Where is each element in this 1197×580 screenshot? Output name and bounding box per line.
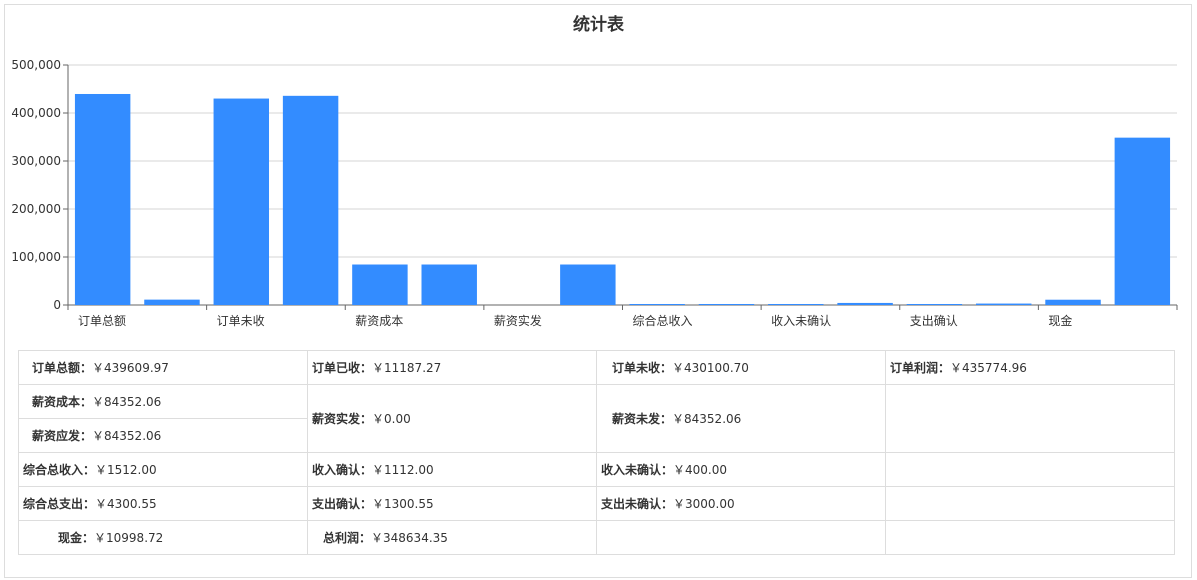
cell-label: 收入确认：: [312, 463, 373, 477]
cell-expense-confirmed: 支出确认：￥1300.55: [307, 486, 597, 521]
cell-value: ￥430100.70: [672, 361, 749, 375]
y-tick-label: 500,000: [11, 58, 61, 72]
cell-salary-unpaid: 薪资未发：￥84352.06: [596, 384, 886, 453]
bar: [74, 93, 131, 305]
cell-label: 订单未收：: [612, 361, 673, 375]
cell-label: 支出确认：: [312, 497, 373, 511]
x-tick-label: 综合总收入: [633, 313, 693, 328]
cell-order-received: 订单已收：￥11187.27: [307, 350, 597, 385]
cell-label: 薪资成本：: [32, 395, 93, 409]
empty-cell: [885, 384, 1175, 453]
cell-value: ￥84352.06: [92, 395, 162, 409]
bar: [1045, 299, 1101, 305]
cell-label: 支出未确认：: [601, 497, 674, 511]
x-tick-label: 支出确认: [910, 314, 958, 328]
cell-value: ￥4300.55: [95, 497, 157, 511]
cell-label: 综合总支出：: [23, 497, 96, 511]
cell-value: ￥84352.06: [672, 412, 742, 426]
cell-salary-paid: 薪资实发：￥0.00: [307, 384, 597, 453]
bar: [1114, 137, 1171, 305]
cell-label: 订单总额：: [32, 361, 93, 375]
cell-value: ￥1112.00: [372, 463, 434, 477]
empty-cell: [885, 452, 1175, 487]
cell-salary-payable: 薪资应发：￥84352.06: [18, 418, 308, 453]
bar: [282, 95, 339, 305]
table-row: 现金：￥10998.72 总利润：￥348634.35: [18, 520, 1175, 555]
stats-table: 订单总额：￥439609.97 订单已收：￥11187.27 订单未收：￥430…: [18, 350, 1175, 555]
y-tick-label: 100,000: [11, 250, 61, 264]
cell-total-profit: 总利润：￥348634.35: [307, 520, 597, 555]
y-tick-label: 300,000: [11, 154, 61, 168]
cell-value: ￥435774.96: [950, 361, 1027, 375]
cell-label: 订单已收：: [312, 361, 373, 375]
bar: [560, 264, 616, 305]
bar: [213, 98, 270, 305]
cell-order-unreceived: 订单未收：￥430100.70: [596, 350, 886, 385]
x-tick-label: 订单总额: [78, 314, 126, 328]
x-tick-label: 薪资实发: [494, 313, 542, 328]
bar: [906, 304, 963, 305]
bar: [768, 304, 824, 305]
x-tick-label: 现金: [1048, 313, 1072, 328]
cell-value: ￥84352.06: [92, 429, 162, 443]
cell-income-confirmed: 收入确认：￥1112.00: [307, 452, 597, 487]
cell-value: ￥1512.00: [95, 463, 157, 477]
bar: [698, 304, 755, 305]
x-tick-label: 订单未收: [217, 314, 265, 328]
bar: [144, 299, 200, 305]
table-row: 综合总收入：￥1512.00 收入确认：￥1112.00 收入未确认：￥400.…: [18, 452, 1175, 487]
cell-label: 薪资应发：: [32, 429, 93, 443]
cell-label: 订单利润：: [890, 361, 951, 375]
cell-value: ￥1300.55: [372, 497, 434, 511]
cell-value: ￥11187.27: [372, 361, 442, 375]
cell-total-income: 综合总收入：￥1512.00: [18, 452, 308, 487]
cell-value: ￥400.00: [673, 463, 728, 477]
cell-total-expense: 综合总支出：￥4300.55: [18, 486, 308, 521]
cell-expense-unconfirmed: 支出未确认：￥3000.00: [596, 486, 886, 521]
cell-salary-cost: 薪资成本：￥84352.06: [18, 384, 308, 419]
cell-order-profit: 订单利润：￥435774.96: [885, 350, 1175, 385]
y-tick-label: 400,000: [11, 106, 61, 120]
cell-label: 薪资实发：: [312, 412, 373, 426]
cell-value: ￥348634.35: [371, 531, 448, 545]
empty-cell: [885, 520, 1175, 555]
bar: [629, 304, 685, 305]
table-row: 综合总支出：￥4300.55 支出确认：￥1300.55 支出未确认：￥3000…: [18, 486, 1175, 521]
cell-value: ￥0.00: [372, 412, 411, 426]
bar: [421, 264, 477, 305]
cell-label: 收入未确认：: [601, 463, 674, 477]
empty-cell: [596, 520, 886, 555]
cell-value: ￥439609.97: [92, 361, 169, 375]
empty-cell: [885, 486, 1175, 521]
table-row: 订单总额：￥439609.97 订单已收：￥11187.27 订单未收：￥430…: [18, 350, 1175, 385]
table-row: 薪资成本：￥84352.06 薪资实发：￥0.00 薪资未发：￥84352.06: [18, 384, 1175, 453]
cell-cash: 现金：￥10998.72: [18, 520, 308, 555]
bar: [837, 302, 893, 305]
x-tick-label: 收入未确认: [771, 314, 831, 328]
cell-label: 现金：: [58, 531, 95, 545]
cell-label: 薪资未发：: [612, 412, 673, 426]
bar: [352, 264, 408, 305]
bar: [975, 303, 1032, 305]
y-tick-label: 200,000: [11, 202, 61, 216]
cell-value: ￥3000.00: [673, 497, 735, 511]
cell-order-total: 订单总额：￥439609.97: [18, 350, 308, 385]
cell-label: 综合总收入：: [23, 463, 96, 477]
cell-label: 总利润：: [323, 531, 372, 545]
bar-chart: 0 100,000 200,000 300,000 400,000 500,000 订单总额…: [11, 58, 1178, 328]
cell-value: ￥10998.72: [94, 531, 164, 545]
cell-income-unconfirmed: 收入未确认：￥400.00: [596, 452, 886, 487]
x-tick-label: 薪资成本: [355, 314, 403, 328]
y-tick-label: 0: [53, 298, 61, 312]
